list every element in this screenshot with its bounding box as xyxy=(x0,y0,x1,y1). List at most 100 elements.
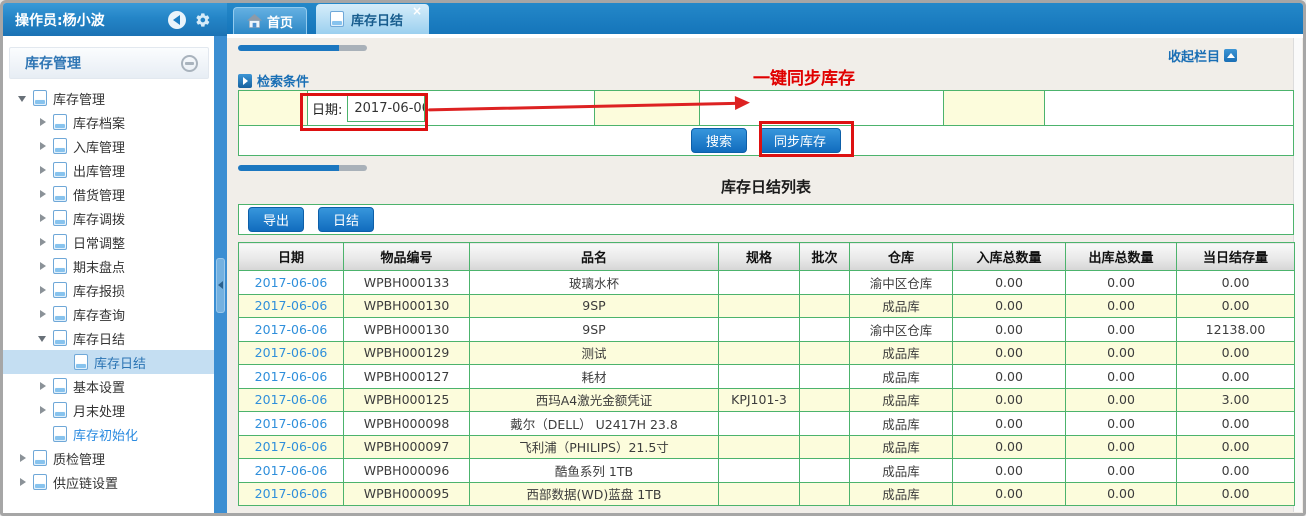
cell-in-qty: 0.00 xyxy=(953,412,1066,436)
tree-expander-icon[interactable] xyxy=(38,188,51,200)
tree-expander-icon[interactable] xyxy=(18,476,31,488)
table-header-cell[interactable]: 入库总数量 xyxy=(953,243,1066,271)
table-header-cell[interactable]: 品名 xyxy=(470,243,719,271)
sidebar-tree-item[interactable]: 借货管理 xyxy=(3,182,214,206)
sidebar-tree-item[interactable]: 质检管理 xyxy=(3,446,214,470)
table-row[interactable]: 2017-06-06 WPBH000133 玻璃水杯 渝中区仓库 0.00 0.… xyxy=(239,271,1295,295)
collapse-panel-control[interactable]: 收起栏目 xyxy=(1168,46,1237,65)
tree-expander-icon[interactable] xyxy=(38,380,51,392)
date-link[interactable]: 2017-06-06 xyxy=(255,486,328,501)
table-header-cell[interactable]: 当日结存量 xyxy=(1177,243,1295,271)
date-link[interactable]: 2017-06-06 xyxy=(255,369,328,384)
export-button[interactable]: 导出 xyxy=(248,207,304,232)
tree-expander-icon[interactable] xyxy=(38,212,51,224)
table-row[interactable]: 2017-06-06 WPBH000125 西玛A4激光金额凭证 KPJ101-… xyxy=(239,388,1295,412)
tree-expander-icon[interactable] xyxy=(38,260,51,272)
gear-icon[interactable] xyxy=(195,12,211,28)
tree-expander-icon[interactable] xyxy=(38,404,51,416)
table-row[interactable]: 2017-06-06 WPBH000127 耗材 成品库 0.00 0.00 0… xyxy=(239,365,1295,389)
tree-expander-icon[interactable] xyxy=(38,164,51,176)
tab-close-icon[interactable]: × xyxy=(412,5,422,17)
splitter-collapse-handle[interactable] xyxy=(216,258,225,313)
cell-balance: 0.00 xyxy=(1177,365,1295,389)
tree-expander-icon[interactable] xyxy=(38,236,51,248)
table-header-cell[interactable]: 物品编号 xyxy=(344,243,470,271)
sync-inventory-button[interactable]: 同步库存 xyxy=(759,128,841,153)
date-link[interactable]: 2017-06-06 xyxy=(255,439,328,454)
date-link[interactable]: 2017-06-06 xyxy=(255,416,328,431)
operator-label: 操作员:杨小波 xyxy=(15,10,105,30)
table-row[interactable]: 2017-06-06 WPBH000098 戴尔（DELL） U2417H 23… xyxy=(239,412,1295,436)
cell-batch xyxy=(800,294,850,318)
table-row[interactable]: 2017-06-06 WPBH000095 西部数据(WD)蓝盘 1TB 成品库… xyxy=(239,482,1295,506)
table-header-cell[interactable]: 批次 xyxy=(800,243,850,271)
cell-warehouse: 成品库 xyxy=(850,459,953,483)
table-row[interactable]: 2017-06-06 WPBH000130 9SP 成品库 0.00 0.00 … xyxy=(239,294,1295,318)
tree-expander-icon[interactable] xyxy=(38,116,51,128)
horizontal-scrollbar[interactable] xyxy=(238,45,367,51)
date-link[interactable]: 2017-06-06 xyxy=(255,322,328,337)
cell-item-code: WPBH000098 xyxy=(344,412,470,436)
sidebar-tree-item[interactable]: 月末处理 xyxy=(3,398,214,422)
sidebar-item-label: 借货管理 xyxy=(73,185,125,204)
cell-out-qty: 0.00 xyxy=(1066,435,1177,459)
table-header-cell[interactable]: 仓库 xyxy=(850,243,953,271)
tab-inventory-daily[interactable]: 库存日结 × xyxy=(316,4,429,34)
tree-expander-icon[interactable] xyxy=(18,452,31,464)
table-header-cell[interactable]: 出库总数量 xyxy=(1066,243,1177,271)
sidebar-item-label: 入库管理 xyxy=(73,137,125,156)
cell-warehouse: 成品库 xyxy=(850,482,953,506)
table-row[interactable]: 2017-06-06 WPBH000129 测试 成品库 0.00 0.00 0… xyxy=(239,341,1295,365)
cell-warehouse: 成品库 xyxy=(850,341,953,365)
table-row[interactable]: 2017-06-06 WPBH000096 酷鱼系列 1TB 成品库 0.00 … xyxy=(239,459,1295,483)
date-link[interactable]: 2017-06-06 xyxy=(255,463,328,478)
cell-spec xyxy=(719,341,800,365)
sidebar-tree-item[interactable]: 基本设置 xyxy=(3,374,214,398)
sidebar-tree-item[interactable]: 出库管理 xyxy=(3,158,214,182)
sidebar-splitter[interactable] xyxy=(214,36,227,513)
date-link[interactable]: 2017-06-06 xyxy=(255,345,328,360)
sidebar-tree-item[interactable]: 入库管理 xyxy=(3,134,214,158)
sidebar-tree-item[interactable]: 期末盘点 xyxy=(3,254,214,278)
table-header-cell[interactable]: 规格 xyxy=(719,243,800,271)
back-icon[interactable] xyxy=(168,11,186,29)
sidebar-tree-item[interactable]: 库存报损 xyxy=(3,278,214,302)
tree-expander-icon[interactable] xyxy=(38,332,51,344)
table-row[interactable]: 2017-06-06 WPBH000130 9SP 渝中区仓库 0.00 0.0… xyxy=(239,318,1295,342)
tab-home[interactable]: 首页 xyxy=(233,7,307,34)
tree-expander-icon[interactable] xyxy=(38,308,51,320)
operator-bar: 操作员:杨小波 xyxy=(3,3,227,36)
sidebar-tree-item[interactable]: 库存查询 xyxy=(3,302,214,326)
sidebar-tree-item[interactable]: 库存日结 xyxy=(3,326,214,350)
document-icon xyxy=(53,378,67,394)
sidebar-tree-item[interactable]: 日常调整 xyxy=(3,230,214,254)
tree-expander-icon[interactable] xyxy=(59,356,72,368)
horizontal-scrollbar[interactable] xyxy=(238,165,367,171)
tree-expander-icon[interactable] xyxy=(18,92,31,104)
tab-inventory-daily-label: 库存日结 xyxy=(351,10,403,29)
sidebar-item-label: 库存报损 xyxy=(73,281,125,300)
table-header-cell[interactable]: 日期 xyxy=(239,243,344,271)
collapse-section-icon[interactable] xyxy=(181,55,198,72)
sidebar-section-header[interactable]: 库存管理 xyxy=(9,47,209,79)
sidebar-tree-item[interactable]: 库存初始化 xyxy=(3,422,214,446)
cell-balance: 0.00 xyxy=(1177,412,1295,436)
date-link[interactable]: 2017-06-06 xyxy=(255,275,328,290)
sidebar-tree-item[interactable]: 库存日结 xyxy=(3,350,214,374)
tree-expander-icon[interactable] xyxy=(38,428,51,440)
sidebar-tree-item[interactable]: 供应链设置 xyxy=(3,470,214,494)
date-input[interactable] xyxy=(347,94,425,122)
sidebar-tree-item[interactable]: 库存档案 xyxy=(3,110,214,134)
table-row[interactable]: 2017-06-06 WPBH000097 飞利浦（PHILIPS）21.5寸 … xyxy=(239,435,1295,459)
search-conditions-header[interactable]: 检索条件 xyxy=(238,71,309,90)
date-link[interactable]: 2017-06-06 xyxy=(255,298,328,313)
sidebar-tree-item[interactable]: 库存调拨 xyxy=(3,206,214,230)
expand-right-icon[interactable] xyxy=(238,74,252,88)
sidebar-tree-item[interactable]: 库存管理 xyxy=(3,86,214,110)
collapse-up-icon[interactable] xyxy=(1224,49,1237,62)
tree-expander-icon[interactable] xyxy=(38,284,51,296)
tree-expander-icon[interactable] xyxy=(38,140,51,152)
search-button[interactable]: 搜索 xyxy=(691,128,747,153)
date-link[interactable]: 2017-06-06 xyxy=(255,392,328,407)
daily-settle-button[interactable]: 日结 xyxy=(318,207,374,232)
